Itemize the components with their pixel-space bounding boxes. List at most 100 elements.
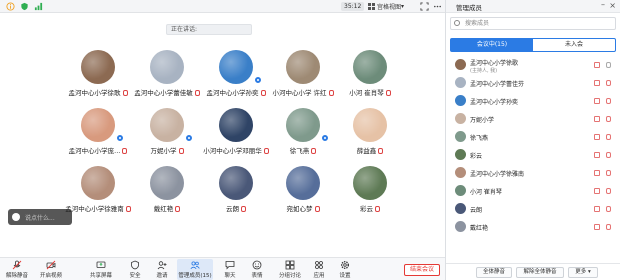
- meeting-toolbar: 解除静音 开启视频 共享屏幕 安全 邀请 管理成员(15) 聊天 表情 分组讨论…: [0, 257, 445, 280]
- video-off-icon[interactable]: [594, 152, 600, 158]
- participant-name: 戴红艳: [127, 203, 207, 213]
- camera-off-icon: [46, 260, 56, 270]
- add-user-icon: [157, 261, 167, 270]
- member-row[interactable]: 徐飞燕: [446, 128, 620, 146]
- video-off-icon[interactable]: [594, 170, 600, 176]
- mic-off-icon: [378, 148, 384, 154]
- reaction-button[interactable]: 表情: [242, 259, 272, 280]
- participant-tile[interactable]: 孟河中心小学庞...: [58, 108, 138, 160]
- member-row[interactable]: 孟河中心小学徐歌 (主持人, 我): [446, 56, 620, 74]
- member-row[interactable]: 孟河中心小学孙奕: [446, 92, 620, 110]
- share-screen-label: 共享屏幕: [89, 273, 112, 279]
- fullscreen-icon[interactable]: [420, 2, 429, 11]
- mic-off-icon[interactable]: [606, 188, 611, 194]
- mic-off-icon[interactable]: [606, 206, 611, 212]
- minimize-icon[interactable]: –: [601, 0, 605, 9]
- more-button[interactable]: 更多 ▾: [568, 267, 598, 278]
- member-row[interactable]: 万妮小学: [446, 110, 620, 128]
- manage-members-button[interactable]: 管理成员(15): [177, 259, 213, 280]
- video-off-icon[interactable]: [594, 62, 600, 68]
- mic-off-icon: [178, 148, 184, 154]
- apps-icon: [315, 261, 323, 269]
- participant-name-text: 云朗: [226, 205, 239, 213]
- member-list: 孟河中心小学徐歌 (主持人, 我) 孟河中心小学蕾佳芬孟河中心小学孙奕万妮小学徐飞燕…: [446, 56, 620, 236]
- breakout-button[interactable]: 分组讨论: [273, 259, 307, 280]
- mic-off-icon[interactable]: [606, 62, 611, 68]
- participant-tile[interactable]: 万妮小学: [127, 108, 207, 160]
- participant-name-text: 彩云: [360, 205, 373, 213]
- member-name: 彩云: [470, 153, 483, 160]
- mic-off-icon[interactable]: [606, 98, 611, 104]
- mute-all-button[interactable]: 全体静音: [476, 267, 512, 278]
- mic-off-icon[interactable]: [606, 152, 611, 158]
- mic-off-icon[interactable]: [606, 224, 611, 230]
- video-off-icon[interactable]: [594, 116, 600, 122]
- mic-off-icon[interactable]: [606, 116, 611, 122]
- manage-members-label: 管理成员(15): [178, 273, 212, 279]
- avatar: [455, 59, 466, 70]
- panel-footer: 全体静音 解除全体静音 更多 ▾: [446, 263, 620, 280]
- end-meeting-button[interactable]: 结束会议: [404, 264, 440, 276]
- avatar: [150, 50, 184, 84]
- mic-off-icon[interactable]: [606, 80, 611, 86]
- participant-tile[interactable]: 戴红艳: [127, 166, 207, 218]
- signal-icon[interactable]: [34, 2, 43, 11]
- video-off-icon[interactable]: [594, 80, 600, 86]
- video-off-icon[interactable]: [594, 224, 600, 230]
- chat-bubble-icon: [12, 213, 20, 221]
- member-row[interactable]: 小河 崔肖琴: [446, 182, 620, 200]
- unmute-button[interactable]: 解除静音: [2, 259, 32, 280]
- settings-button[interactable]: 设置: [330, 259, 360, 280]
- member-row[interactable]: 孟河中心小学蕾佳芬: [446, 74, 620, 92]
- member-row[interactable]: 云朗: [446, 200, 620, 218]
- member-row[interactable]: 孟河中心小学徐雅南: [446, 164, 620, 182]
- avatar: [81, 166, 115, 200]
- info-icon[interactable]: [6, 2, 15, 11]
- view-mode-label: 宫格视图: [377, 4, 402, 11]
- video-off-icon[interactable]: [594, 134, 600, 140]
- avatar: [81, 108, 115, 142]
- close-icon[interactable]: ×: [609, 1, 616, 10]
- meeting-topbar: 35:12 宫格视图 ▾: [0, 0, 445, 13]
- members-panel: 管理成员 – × 搜索成员 会议中(15) 未入会 孟河中心小学徐歌 (主持人, …: [445, 0, 620, 280]
- gear-icon: [341, 261, 349, 269]
- video-off-icon[interactable]: [594, 98, 600, 104]
- mic-off-icon[interactable]: [606, 170, 611, 176]
- tab-in-meeting[interactable]: 会议中(15): [451, 39, 533, 51]
- shield-icon[interactable]: [20, 2, 29, 11]
- avatar: [219, 108, 253, 142]
- participant-name-text: 徐飞燕: [289, 147, 310, 155]
- avatar: [353, 166, 387, 200]
- participant-tile[interactable]: 孟河中心小学徐歌: [58, 50, 138, 102]
- member-row[interactable]: 戴红艳: [446, 218, 620, 236]
- participant-name: 薛益鑫: [330, 145, 410, 155]
- member-name: 孟河中心小学孙奕: [470, 99, 519, 106]
- participant-tile[interactable]: 彩云: [330, 166, 410, 218]
- chat-input[interactable]: 说点什么...: [8, 209, 72, 225]
- member-name: 徐飞燕: [470, 135, 489, 142]
- video-off-icon[interactable]: [594, 206, 600, 212]
- participant-tile[interactable]: 孟河中心小学蕾佳敏: [127, 50, 207, 102]
- search-icon: [454, 20, 460, 26]
- avatar: [455, 77, 466, 88]
- member-search-input[interactable]: 搜索成员: [450, 17, 616, 30]
- view-mode-button[interactable]: 宫格视图 ▾: [368, 1, 404, 12]
- share-screen-button[interactable]: 共享屏幕: [86, 259, 116, 280]
- start-video-button[interactable]: 开启视频: [36, 259, 66, 280]
- participant-tile[interactable]: 小河 崔肖琴: [330, 50, 410, 102]
- participant-name-text: 小河中心小学 许红: [272, 89, 327, 97]
- grid-view-icon: [368, 3, 375, 10]
- tab-not-joined[interactable]: 未入会: [533, 39, 615, 51]
- invite-button[interactable]: 邀请: [147, 259, 177, 280]
- more-options-icon[interactable]: [433, 2, 442, 11]
- mic-off-icon[interactable]: [606, 134, 611, 140]
- chat-button[interactable]: 聊天: [215, 259, 245, 280]
- mic-off-icon: [12, 260, 22, 270]
- avatar: [150, 166, 184, 200]
- participant-name: 万妮小学: [127, 145, 207, 155]
- video-off-icon[interactable]: [594, 188, 600, 194]
- security-button[interactable]: 安全: [120, 259, 150, 280]
- participant-tile[interactable]: 薛益鑫: [330, 108, 410, 160]
- member-row[interactable]: 彩云: [446, 146, 620, 164]
- unmute-all-button[interactable]: 解除全体静音: [516, 267, 564, 278]
